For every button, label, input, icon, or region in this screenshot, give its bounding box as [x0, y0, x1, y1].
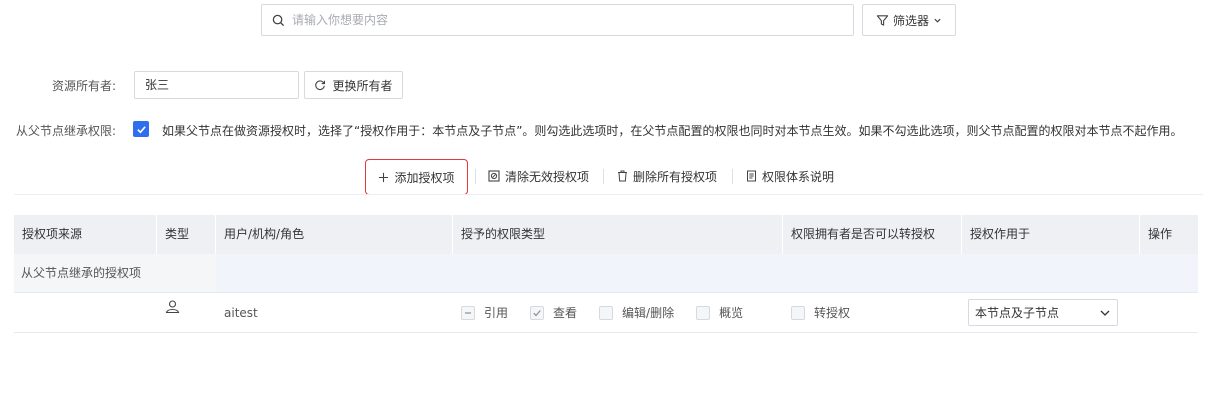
- group-label: 从父节点继承的授权项: [14, 254, 216, 292]
- perm-edit-delete[interactable]: 编辑/删除: [599, 304, 674, 321]
- refresh-icon: [315, 80, 326, 91]
- toolbar-separator: [732, 169, 733, 184]
- perm-label: 概览: [719, 306, 744, 320]
- column-header-permissions: 授予的权限类型: [453, 215, 783, 254]
- search-icon: [272, 14, 285, 26]
- type-cell: [157, 293, 216, 333]
- divider: [14, 194, 1203, 195]
- document-icon: [747, 170, 756, 182]
- add-permission-label: 添加授权项: [394, 170, 455, 185]
- permission-table: 授权项来源 类型 用户/机构/角色 授予的权限类型 权限拥有者是否可以转授权 授…: [14, 215, 1198, 333]
- filter-label: 筛选器: [892, 13, 929, 28]
- checkbox-checked[interactable]: [530, 305, 545, 320]
- perm-label: 转授权: [814, 306, 851, 320]
- actions-cell: [1140, 293, 1198, 333]
- table-header: 授权项来源 类型 用户/机构/角色 授予的权限类型 权限拥有者是否可以转授权 授…: [14, 215, 1198, 254]
- regrant-cell: 转授权: [783, 293, 962, 333]
- checkbox-unchecked[interactable]: [599, 305, 614, 320]
- checkbox-unchecked[interactable]: [791, 305, 805, 320]
- toolbar-separator: [603, 169, 604, 184]
- perm-label: 引用: [484, 306, 509, 320]
- change-owner-button[interactable]: 更换所有者: [304, 71, 403, 99]
- delete-all-label: 删除所有授权项: [633, 169, 718, 184]
- help-button[interactable]: 权限体系说明: [746, 160, 834, 192]
- checkbox-indeterminate[interactable]: [461, 305, 475, 320]
- toolbar-separator: [475, 169, 476, 184]
- column-header-scope: 授权作用于: [962, 215, 1140, 254]
- filter-button[interactable]: 筛选器: [862, 4, 956, 36]
- chevron-down-icon: [934, 18, 941, 23]
- search-input[interactable]: [292, 13, 853, 27]
- column-header-source: 授权项来源: [14, 215, 157, 254]
- principal-cell: aitest: [224, 305, 258, 320]
- delete-all-button[interactable]: 删除所有授权项: [617, 160, 717, 192]
- group-row: 从父节点继承的授权项: [14, 254, 1198, 293]
- clear-invalid-button[interactable]: 清除无效授权项: [488, 160, 589, 192]
- inherit-description: 如果父节点在做资源授权时，选择了“授权作用于：本节点及子节点”。则勾选此选项时，…: [162, 124, 1183, 138]
- filter-icon: [876, 14, 889, 26]
- perm-reference[interactable]: 引用: [461, 304, 508, 321]
- source-cell: [14, 293, 157, 333]
- table-row: aitest 引用 查看 编辑/删除 概览 转授权 本节点及子节点: [14, 293, 1198, 333]
- owner-label: 资源所有者:: [52, 79, 117, 93]
- toolbar: 添加授权项 清除无效授权项 删除所有授权项 权限体系说明: [0, 159, 1221, 195]
- check-icon: [136, 125, 146, 133]
- clear-invalid-label: 清除无效授权项: [505, 169, 590, 184]
- inherit-label: 从父节点继承权限:: [16, 124, 117, 138]
- user-icon: [165, 300, 180, 314]
- perm-regrant[interactable]: 转授权: [791, 304, 850, 321]
- scope-value: 本节点及子节点: [975, 306, 1060, 320]
- perm-label: 编辑/删除: [622, 306, 675, 320]
- column-header-actions: 操作: [1148, 227, 1173, 241]
- change-owner-label: 更换所有者: [332, 78, 393, 93]
- trash-icon: [618, 170, 627, 182]
- add-permission-button[interactable]: 添加授权项: [365, 159, 468, 195]
- column-header-principal: 用户/机构/角色: [216, 215, 453, 254]
- permissions-cell: 引用 查看 编辑/删除 概览: [453, 293, 783, 333]
- perm-view[interactable]: 查看: [530, 304, 577, 321]
- column-header-type: 类型: [157, 215, 216, 254]
- perm-overview[interactable]: 概览: [696, 304, 743, 321]
- perm-label: 查看: [553, 306, 578, 320]
- help-label: 权限体系说明: [762, 169, 835, 184]
- scope-cell: 本节点及子节点: [962, 293, 1140, 333]
- chevron-down-icon: [1100, 310, 1110, 316]
- scope-select[interactable]: 本节点及子节点: [968, 299, 1118, 326]
- inherit-checkbox[interactable]: [133, 121, 149, 137]
- column-header-regrant: 权限拥有者是否可以转授权: [783, 215, 962, 254]
- clear-icon: [488, 170, 500, 182]
- search-box[interactable]: [261, 4, 854, 36]
- owner-field[interactable]: 张三: [134, 71, 299, 99]
- checkbox-unchecked[interactable]: [696, 305, 711, 320]
- plus-icon: [379, 172, 389, 182]
